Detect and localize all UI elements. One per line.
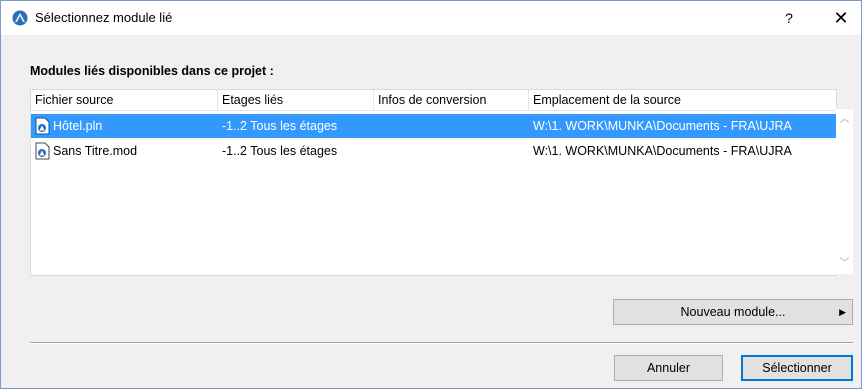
archicad-module-file-icon: [35, 142, 50, 160]
title-bar: Sélectionnez module lié ? ✕: [1, 1, 861, 35]
column-header-conversion-info[interactable]: Infos de conversion: [374, 90, 529, 110]
row-linked-stories: -1..2 Tous les étages: [222, 119, 338, 133]
row-source-location: W:\1. WORK\MUNKA\Documents - FRA\UJRA: [533, 119, 792, 133]
select-button[interactable]: Sélectionner: [741, 355, 853, 381]
table-row[interactable]: Sans Titre.mod -1..2 Tous les étages W:\…: [31, 139, 836, 163]
new-module-label: Nouveau module...: [680, 305, 786, 319]
divider: [30, 342, 853, 344]
list-scrollbar[interactable]: ︿ ﹀: [836, 109, 853, 274]
available-modules-label: Modules liés disponibles dans ce projet …: [30, 64, 274, 78]
help-button[interactable]: ?: [778, 7, 800, 29]
select-linked-module-dialog: Sélectionnez module lié ? ✕ Modules liés…: [0, 0, 862, 389]
list-header: Fichier source Etages liés Infos de conv…: [31, 90, 836, 111]
row-file-name: Hôtel.pln: [53, 119, 103, 133]
triangle-right-icon: ▶: [839, 307, 846, 317]
dialog-title: Sélectionnez module lié: [35, 10, 173, 25]
linked-modules-list[interactable]: Fichier source Etages liés Infos de conv…: [30, 89, 837, 276]
column-header-source-file[interactable]: Fichier source: [31, 90, 218, 110]
row-file-name: Sans Titre.mod: [53, 144, 138, 158]
close-button[interactable]: ✕: [829, 6, 853, 30]
chevron-up-icon[interactable]: ︿: [836, 111, 853, 128]
table-row[interactable]: Hôtel.pln -1..2 Tous les étages W:\1. WO…: [31, 114, 836, 138]
row-linked-stories: -1..2 Tous les étages: [222, 144, 338, 158]
new-module-button[interactable]: Nouveau module... ▶: [613, 299, 853, 325]
cancel-button[interactable]: Annuler: [614, 355, 723, 381]
archicad-plan-file-icon: [35, 117, 50, 135]
chevron-down-icon[interactable]: ﹀: [836, 255, 853, 272]
row-source-location: W:\1. WORK\MUNKA\Documents - FRA\UJRA: [533, 144, 792, 158]
archicad-app-icon: [12, 10, 28, 26]
column-header-linked-stories[interactable]: Etages liés: [218, 90, 374, 110]
column-header-source-location[interactable]: Emplacement de la source: [529, 90, 836, 110]
